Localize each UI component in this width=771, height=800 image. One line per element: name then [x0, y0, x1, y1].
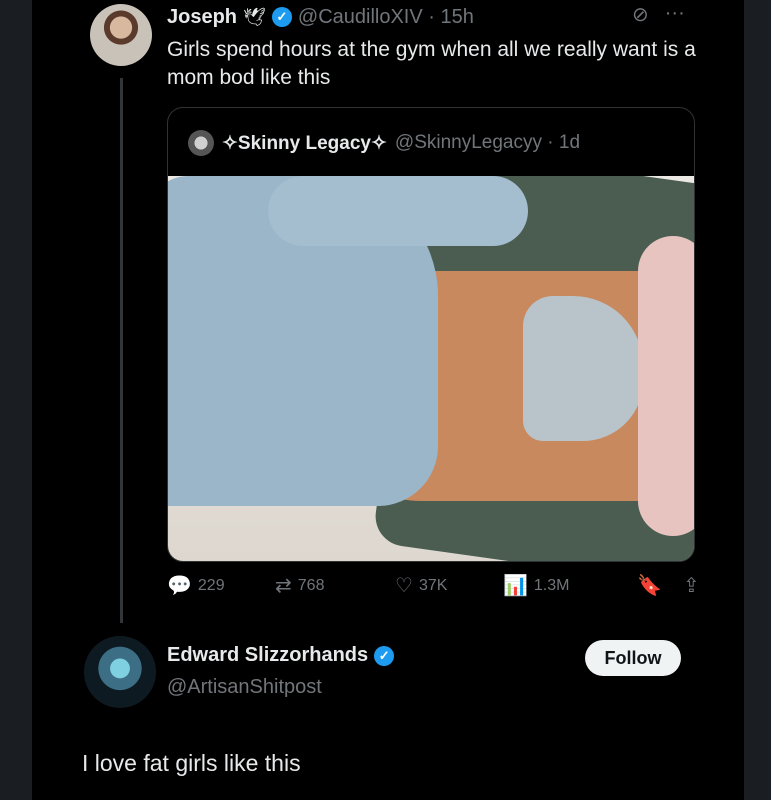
reply-icon: 💬	[167, 575, 192, 597]
like-count: 37K	[418, 576, 448, 594]
repost-icon: ⇄	[275, 575, 292, 597]
dove-icon: 🕊	[243, 6, 266, 27]
display-name[interactable]: Joseph	[167, 6, 237, 29]
reply-display-name[interactable]: Edward Slizzorhands	[167, 644, 368, 667]
quoted-photo[interactable]	[168, 176, 694, 561]
share-action[interactable]: ⇪	[683, 573, 700, 598]
quoted-handle-time: @SkinnyLegacyy · 1d	[394, 132, 581, 153]
reply-header: Edward Slizzorhands ✓	[167, 644, 395, 667]
quoted-header: ✧Skinny Legacy✧ @SkinnyLegacyy · 1d	[188, 130, 580, 156]
more-icon[interactable]: ···	[665, 2, 685, 27]
reply-text: I love fat girls like this	[82, 750, 301, 776]
reply-handle[interactable]: @ArtisanShitpost	[167, 676, 322, 699]
reply-action[interactable]: 💬 229	[167, 573, 225, 598]
post-text: Girls spend hours at the gym when all we…	[167, 38, 696, 89]
bookmark-action[interactable]: 🔖	[637, 573, 662, 598]
verified-badge-icon: ✓	[374, 645, 395, 666]
quoted-avatar	[188, 130, 214, 156]
repost-action[interactable]: ⇄ 768	[275, 573, 324, 598]
quoted-display-name: ✧Skinny Legacy✧	[222, 132, 387, 154]
views-action[interactable]: 📊 1.3M	[503, 573, 569, 598]
post-frame: Joseph 🕊 ✓ @CaudilloXIV · 15h ⊘ ··· Girl…	[32, 0, 744, 800]
view-count: 1.3M	[533, 576, 570, 594]
heart-icon: ♡	[395, 575, 413, 597]
follow-button[interactable]: Follow	[585, 640, 681, 676]
share-icon: ⇪	[683, 575, 700, 597]
verified-badge-icon: ✓	[271, 7, 292, 27]
post-header: Joseph 🕊 ✓ @CaudilloXIV · 15h	[167, 4, 474, 30]
reply-count: 229	[197, 576, 225, 594]
views-icon: 📊	[503, 575, 528, 597]
repost-count: 768	[297, 576, 325, 594]
reply-avatar[interactable]	[84, 636, 156, 708]
thread-line	[120, 78, 123, 623]
quoted-post[interactable]: ✧Skinny Legacy✧ @SkinnyLegacyy · 1d	[167, 107, 695, 562]
action-bar: 💬 229 ⇄ 768 ♡ 37K 📊 1.3M 🔖 ⇪	[167, 573, 727, 601]
handle-time[interactable]: @CaudilloXIV · 15h	[298, 6, 474, 29]
bookmark-icon: 🔖	[637, 575, 662, 597]
grok-icon[interactable]: ⊘	[632, 2, 649, 27]
avatar[interactable]	[90, 4, 152, 66]
post-header-actions: ⊘ ···	[632, 2, 685, 27]
like-action[interactable]: ♡ 37K	[395, 573, 447, 598]
